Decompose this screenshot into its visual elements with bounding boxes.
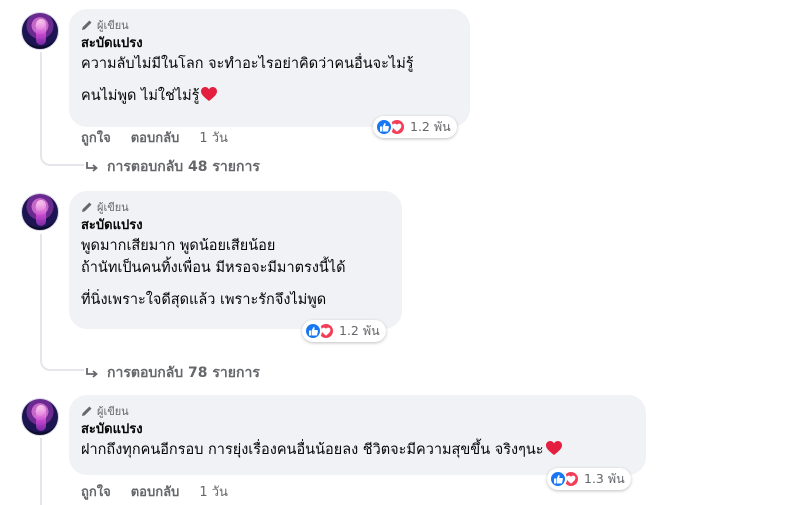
comment-text: ที่นิ่งเพราะใจดีสุดแล้ว เพราะรักจึงไม่พู…: [81, 292, 327, 308]
heart-icon: [545, 441, 562, 455]
author-name[interactable]: สะบัดแปรง: [81, 217, 390, 235]
like-button[interactable]: ถูกใจ: [81, 127, 111, 148]
like-button[interactable]: ถูกใจ: [81, 481, 111, 502]
thumbs-up-icon: [549, 470, 567, 488]
reaction-summary[interactable]: 1.2 พัน: [302, 320, 386, 342]
author-badge-label: ผู้เขียน: [97, 405, 129, 418]
thumbs-up-icon: [304, 322, 322, 340]
thread-elbow: [40, 146, 84, 166]
author-badge: ผู้เขียน: [81, 199, 390, 215]
author-badge-label: ผู้เขียน: [97, 201, 129, 214]
pencil-icon: [82, 20, 92, 30]
author-badge: ผู้เขียน: [81, 17, 458, 33]
avatar[interactable]: [21, 193, 59, 231]
comment-bubble: ผู้เขียน สะบัดแปรง ฝากถึงทุกคนอีกรอบ การ…: [69, 395, 646, 475]
author-name[interactable]: สะบัดแปรง: [81, 421, 634, 439]
thread-line: [40, 52, 42, 147]
thumbs-up-icon: [375, 118, 393, 136]
comment-text: คนไม่พูด ไม่ใช่ไม่รู้: [81, 85, 458, 107]
reaction-summary[interactable]: 1.3 พัน: [547, 468, 631, 490]
thread-line: [40, 438, 42, 505]
heart-icon: [201, 87, 218, 101]
reply-arrow-icon: [86, 162, 98, 172]
reply-arrow-icon: [86, 368, 98, 378]
comment-bubble: ผู้เขียน สะบัดแปรง พูดมากเสียมาก พูดน้อย…: [69, 191, 402, 329]
timestamp[interactable]: 1 วัน: [199, 481, 228, 502]
avatar[interactable]: [21, 398, 59, 436]
thread-elbow: [40, 351, 84, 371]
replies-label: การตอบกลับ 48 รายการ: [107, 159, 260, 175]
reaction-count: 1.2 พัน: [410, 119, 451, 134]
comment-actions: ถูกใจ ตอบกลับ 1 วัน: [81, 127, 228, 148]
pencil-icon: [82, 202, 92, 212]
author-badge: ผู้เขียน: [81, 403, 634, 419]
reaction-count: 1.2 พัน: [339, 323, 380, 338]
view-replies-link[interactable]: การตอบกลับ 78 รายการ: [85, 362, 260, 384]
reaction-summary[interactable]: 1.2 พัน: [373, 116, 457, 138]
comment-text: ถ้านัทเป็นคนทิ้งเพื่อน มีหรอจะมีมาตรงนี้…: [81, 260, 346, 276]
pencil-icon: [82, 406, 92, 416]
comment-text: พูดมากเสียมาก พูดน้อยเสียน้อย: [81, 238, 276, 254]
avatar[interactable]: [21, 12, 59, 50]
reaction-count: 1.3 พัน: [584, 471, 625, 486]
author-name[interactable]: สะบัดแปรง: [81, 35, 458, 53]
comment-text: ฝากถึงทุกคนอีกรอบ การยุ่งเรื่องคนอื่นน้อ…: [81, 439, 634, 461]
comment-bubble: ผู้เขียน สะบัดแปรง ความลับไม่มีในโลก จะท…: [69, 9, 470, 127]
view-replies-link[interactable]: การตอบกลับ 48 รายการ: [85, 156, 260, 178]
replies-label: การตอบกลับ 78 รายการ: [107, 365, 260, 381]
author-badge-label: ผู้เขียน: [97, 19, 129, 32]
thread-line: [40, 234, 42, 352]
reply-button[interactable]: ตอบกลับ: [131, 481, 180, 502]
comment-text: ความลับไม่มีในโลก จะทำอะไรอย่าคิดว่าคนอื…: [81, 56, 414, 72]
reply-button[interactable]: ตอบกลับ: [131, 127, 180, 148]
comment-actions: ถูกใจ ตอบกลับ 1 วัน: [81, 481, 228, 502]
timestamp[interactable]: 1 วัน: [199, 127, 228, 148]
